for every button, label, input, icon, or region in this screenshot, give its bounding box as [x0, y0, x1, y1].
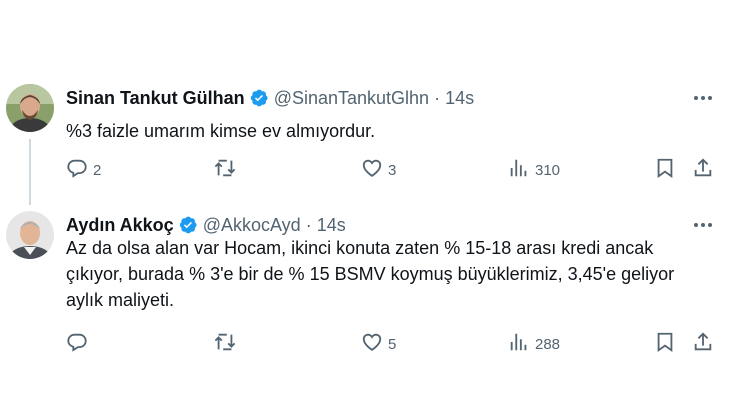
verified-badge-icon [178, 215, 198, 235]
views-icon [508, 157, 530, 183]
more-icon[interactable] [690, 215, 716, 235]
reply-count: 2 [93, 161, 102, 179]
reply-button[interactable] [66, 332, 93, 356]
bookmark-button[interactable] [654, 158, 676, 182]
views-button[interactable]: 310 [508, 158, 560, 182]
timestamp[interactable]: 14s [317, 215, 346, 236]
separator-dot: · [434, 87, 441, 108]
bookmark-icon [654, 331, 676, 357]
avatar[interactable] [6, 211, 54, 259]
author-handle[interactable]: @AkkocAyd [203, 215, 301, 236]
share-button[interactable] [692, 332, 714, 356]
retweet-button[interactable] [214, 158, 241, 182]
like-icon [361, 157, 383, 183]
bookmark-icon [654, 157, 676, 183]
views-count: 288 [535, 335, 561, 353]
retweet-icon [214, 331, 236, 357]
retweet-button[interactable] [214, 332, 241, 356]
reply-button[interactable]: 2 [66, 158, 101, 182]
like-count: 5 [388, 335, 397, 353]
retweet-icon [214, 157, 236, 183]
tweet-text: %3 faizle umarım kimse ev almıyordur. [66, 121, 376, 141]
verified-badge-icon [249, 88, 269, 108]
tweet-actions: 5 288 [0, 332, 730, 356]
like-button[interactable]: 5 [361, 332, 396, 356]
more-icon[interactable] [690, 88, 716, 108]
author-name[interactable]: Aydın Akkoç [66, 215, 174, 236]
tweet-text: Az da olsa alan var Hocam, ikinci konuta… [66, 238, 675, 310]
tweet-header: Aydın Akkoç @AkkocAyd · 14s [66, 213, 346, 237]
tweet-header: Sinan Tankut Gülhan @SinanTankutGlhn · 1… [66, 86, 474, 110]
like-icon [361, 331, 383, 357]
views-button[interactable]: 288 [508, 332, 560, 356]
like-count: 3 [388, 161, 397, 179]
reply-icon [66, 331, 88, 357]
author-handle[interactable]: @SinanTankutGlhn [274, 88, 429, 109]
tweet-actions: 2 3 310 [0, 158, 730, 182]
share-icon [692, 157, 714, 183]
author-name[interactable]: Sinan Tankut Gülhan [66, 88, 245, 109]
share-button[interactable] [692, 158, 714, 182]
avatar[interactable] [6, 84, 54, 132]
like-button[interactable]: 3 [361, 158, 396, 182]
views-icon [508, 331, 530, 357]
reply-icon [66, 157, 88, 183]
views-count: 310 [535, 161, 561, 179]
bookmark-button[interactable] [654, 332, 676, 356]
separator-dot: · [305, 214, 312, 235]
share-icon [692, 331, 714, 357]
timestamp[interactable]: 14s [445, 88, 474, 109]
